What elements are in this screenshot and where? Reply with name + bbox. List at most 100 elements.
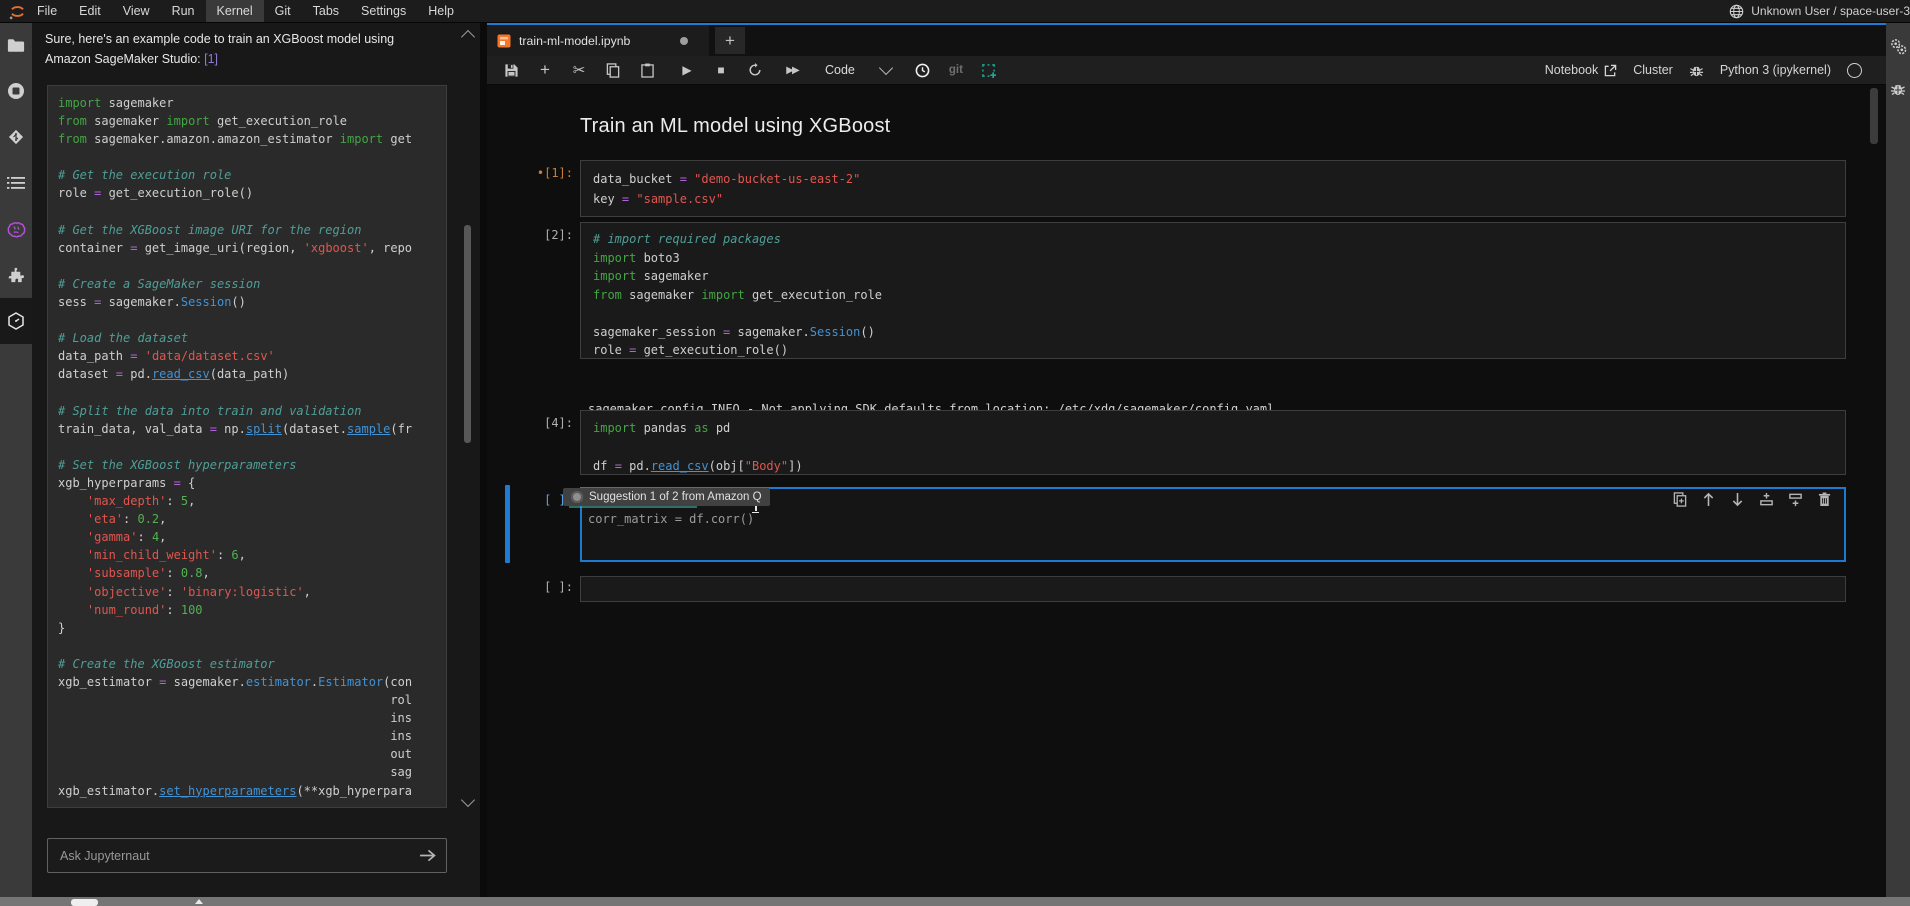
toolbar-right: Notebook Cluster Python 3 (ipykernel): [1545, 56, 1862, 84]
right-activity-bar: [1886, 22, 1910, 897]
notebook-scrollbar-thumb[interactable]: [1870, 88, 1878, 144]
ai-brain-icon: [7, 221, 26, 238]
property-inspector-gears-icon[interactable]: [1890, 38, 1907, 55]
running-kernels-icon: [7, 82, 25, 100]
execution-time-button[interactable]: [915, 62, 931, 78]
cell-4-prompt: [4]:: [505, 416, 573, 430]
cut-cells-button[interactable]: ✂: [571, 62, 587, 78]
tab-title: train-ml-model.ipynb: [519, 34, 630, 48]
left-activity-bar: [0, 22, 32, 897]
git-tab[interactable]: [0, 114, 32, 160]
kernel-name[interactable]: Python 3 (ipykernel): [1720, 63, 1831, 77]
unsaved-dot-icon[interactable]: [680, 37, 688, 45]
taskbar-caret-icon[interactable]: [195, 899, 203, 904]
chat-scrollbar-thumb[interactable]: [464, 225, 471, 443]
notebook-label: Notebook: [1545, 63, 1599, 77]
notebook-tab[interactable]: train-ml-model.ipynb: [487, 25, 709, 56]
cluster-link[interactable]: Cluster: [1633, 63, 1673, 77]
insert-above-icon[interactable]: [1759, 492, 1774, 507]
menu-bar: File Edit View Run Kernel Git Tabs Setti…: [0, 0, 1910, 23]
active-code-cell[interactable]: [580, 487, 1846, 562]
cell-1-prompt: •[1]:: [505, 166, 573, 180]
paste-cells-button[interactable]: [639, 62, 655, 78]
notebook-heading: Train an ML model using XGBoost: [580, 115, 890, 138]
running-kernels-tab[interactable]: [0, 68, 32, 114]
menu-item-settings[interactable]: Settings: [350, 0, 417, 22]
menu-item-tabs[interactable]: Tabs: [302, 0, 350, 22]
table-of-contents-tab[interactable]: [0, 160, 32, 206]
citation-link[interactable]: [1]: [204, 52, 218, 66]
user-area[interactable]: Unknown User / space-user-3: [1729, 0, 1910, 22]
menu-item-edit[interactable]: Edit: [68, 0, 112, 22]
sagemaker-resources-tab[interactable]: [0, 298, 32, 344]
ask-jupyternaut-box: [47, 838, 447, 873]
chevron-down-icon: [879, 61, 893, 75]
debugger-sidebar-bug-icon[interactable]: [1890, 81, 1906, 97]
ask-jupyternaut-input[interactable]: [48, 849, 419, 863]
cell-type-value: Code: [825, 63, 855, 77]
menu-item-help[interactable]: Help: [417, 0, 465, 22]
open-notebook-link[interactable]: Notebook: [1545, 63, 1618, 77]
tab-bar: train-ml-model.ipynb +: [487, 22, 1886, 59]
move-down-icon[interactable]: [1730, 492, 1745, 507]
new-tab-button[interactable]: +: [715, 27, 745, 54]
menu-item-run[interactable]: Run: [161, 0, 206, 22]
cell-toolbar: [1672, 492, 1832, 507]
table-of-contents-icon: [7, 176, 25, 190]
notebook-toolbar: + ✂ ▶ ■ ▶▶ Code git Notebook Cluster Pyt…: [487, 56, 1886, 85]
taskbar-app-button[interactable]: [71, 899, 98, 906]
scroll-down-chevron-icon[interactable]: [461, 793, 475, 807]
send-icon[interactable]: [419, 849, 436, 862]
debugger-bug-icon[interactable]: [1689, 63, 1704, 78]
insert-cell-button[interactable]: +: [537, 62, 553, 78]
insert-below-icon[interactable]: [1788, 492, 1803, 507]
move-up-icon[interactable]: [1701, 492, 1716, 507]
file-browser-tab[interactable]: [0, 22, 32, 68]
external-link-icon: [1604, 64, 1617, 77]
cell-2-prompt: [2]:: [505, 228, 573, 242]
save-button[interactable]: [503, 62, 519, 78]
jupyternaut-chat-tab[interactable]: [0, 206, 32, 252]
code-cell[interactable]: data_bucket = "demo-bucket-us-east-2"key…: [580, 160, 1846, 217]
copy-cells-button[interactable]: [605, 62, 621, 78]
interrupt-kernel-button[interactable]: ■: [713, 62, 729, 78]
code-cell[interactable]: # import required packagesimport boto3im…: [580, 222, 1846, 359]
run-cell-button[interactable]: ▶: [679, 62, 695, 78]
user-label: Unknown User / space-user-3: [1751, 4, 1910, 18]
suggestion-tooltip: Suggestion 1 of 2 from Amazon Q: [563, 488, 770, 506]
notebook-file-icon: [497, 34, 511, 48]
notebook-content: Train an ML model using XGBoost •[1]: da…: [487, 85, 1886, 897]
git-toolbar-label[interactable]: git: [949, 64, 963, 76]
extensions-tab[interactable]: [0, 252, 32, 298]
snapshot-button[interactable]: [981, 62, 997, 78]
menu-item-kernel[interactable]: Kernel: [206, 0, 264, 22]
extensions-puzzle-icon: [8, 267, 25, 284]
hexagon-clock-icon: [7, 312, 25, 330]
cell-type-dropdown[interactable]: Code: [825, 63, 891, 77]
code-cell[interactable]: import pandas as pd df = pd.read_csv(obj…: [580, 410, 1846, 475]
taskbar-strip: [0, 897, 1910, 906]
jupyternaut-panel: Sure, here's an example code to train an…: [32, 22, 480, 897]
panel-divider[interactable]: [480, 22, 487, 897]
globe-icon: [1729, 4, 1744, 19]
ghost-suggestion-underline: [569, 506, 697, 508]
jupyter-logo-icon: [9, 3, 26, 20]
duplicate-cell-icon[interactable]: [1672, 492, 1687, 507]
delete-cell-icon[interactable]: [1817, 492, 1832, 507]
menu-item-file[interactable]: File: [26, 0, 68, 22]
main-area: train-ml-model.ipynb + + ✂ ▶ ■ ▶▶ Code g…: [487, 22, 1886, 897]
menu-item-view[interactable]: View: [112, 0, 161, 22]
restart-kernel-button[interactable]: [747, 62, 763, 78]
empty-cell-prompt: [ ]:: [505, 580, 573, 594]
scroll-up-chevron-icon[interactable]: [461, 30, 475, 44]
chat-code-block: import sagemakerfrom sagemaker import ge…: [47, 85, 447, 808]
amazon-q-icon: [571, 491, 583, 503]
empty-code-cell[interactable]: [580, 576, 1846, 602]
restart-run-all-button[interactable]: ▶▶: [781, 62, 803, 78]
chat-message: Sure, here's an example code to train an…: [45, 30, 407, 69]
menu-items: File Edit View Run Kernel Git Tabs Setti…: [26, 0, 465, 22]
menu-item-git[interactable]: Git: [264, 0, 302, 22]
git-icon: [7, 128, 25, 146]
ghost-suggestion-code: corr_matrix = df.corr(): [588, 512, 754, 526]
kernel-status-icon[interactable]: [1847, 63, 1862, 78]
